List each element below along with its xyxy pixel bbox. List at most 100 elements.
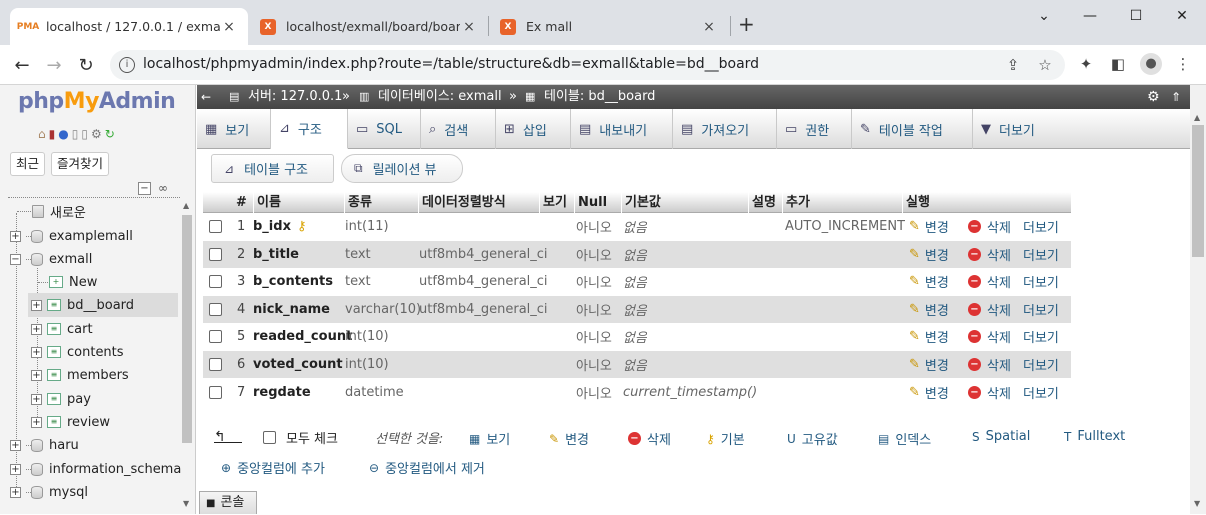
reload-nav-icon[interactable]: ↻ — [105, 127, 115, 141]
tree-item-mysql[interactable]: + mysql — [10, 482, 88, 502]
expand-icon[interactable]: + — [31, 299, 42, 311]
tab-export[interactable]: ▤ 내보내기 — [571, 109, 673, 149]
bulk-fulltext-button[interactable]: T Fulltext — [1064, 429, 1125, 444]
tab-search[interactable]: ⌕ 검색 — [421, 109, 496, 149]
drop-column-button[interactable]: − 삭제 — [968, 379, 1011, 406]
tree-item-review[interactable]: + ≡ review — [31, 412, 110, 432]
back-icon[interactable]: ← — [10, 53, 34, 77]
change-column-button[interactable]: ✎ 변경 — [909, 351, 949, 378]
drop-column-button[interactable]: − 삭제 — [968, 241, 1011, 268]
link-with-main-icon[interactable]: ∞ — [158, 181, 168, 195]
extensions-icon[interactable]: ✦ — [1076, 55, 1096, 73]
expand-icon[interactable]: + — [31, 416, 42, 428]
bulk-drop-button[interactable]: − 삭제 — [628, 429, 671, 448]
tab-more[interactable]: ▼ 더보기 — [973, 109, 1061, 149]
tree-item-bd-board[interactable]: + ≡ bd__board — [31, 295, 134, 315]
maximize-button[interactable]: ☐ — [1114, 4, 1158, 28]
remove-from-central-columns-button[interactable]: ⊖ 중앙컬럼에서 제거 — [369, 458, 485, 478]
bulk-change-button[interactable]: ✎ 변경 — [549, 429, 589, 449]
tab-sql[interactable]: ▭ SQL — [348, 109, 421, 149]
change-column-button[interactable]: ✎ 변경 — [909, 323, 949, 350]
expand-icon[interactable]: + — [10, 463, 21, 475]
tab-insert[interactable]: ⊞ 삽입 — [496, 109, 571, 149]
more-actions-button[interactable]: 더보기 — [1023, 351, 1059, 378]
expand-icon[interactable]: + — [31, 393, 42, 405]
row-checkbox[interactable] — [209, 302, 222, 316]
breadcrumb-server[interactable]: 서버: 127.0.0.1 — [248, 85, 342, 109]
phpmyadmin-logo[interactable]: phpMyAdmin — [18, 89, 176, 114]
subtab-table-structure[interactable]: ⊿ 테이블 구조 — [211, 154, 334, 183]
drop-column-button[interactable]: − 삭제 — [968, 351, 1011, 378]
drop-column-button[interactable]: − 삭제 — [968, 323, 1011, 350]
tree-item-information-schema[interactable]: + information_schema — [10, 459, 181, 479]
expand-icon[interactable]: + — [10, 230, 21, 242]
settings-gear-icon[interactable]: ⚙ — [91, 127, 102, 141]
row-checkbox[interactable] — [209, 385, 222, 399]
change-column-button[interactable]: ✎ 변경 — [909, 296, 949, 323]
close-window-button[interactable]: ✕ — [1160, 4, 1204, 28]
side-panel-icon[interactable]: ◧ — [1108, 55, 1128, 73]
browser-tab-phpmyadmin[interactable]: PMA localhost / 127.0.0.1 / exmall / × — [10, 8, 248, 45]
row-checkbox[interactable] — [209, 358, 222, 371]
collapse-icon[interactable]: − — [10, 253, 21, 265]
drop-column-button[interactable]: − 삭제 — [968, 296, 1011, 323]
bulk-unique-button[interactable]: U 고유값 — [787, 429, 838, 449]
change-column-button[interactable]: ✎ 변경 — [909, 213, 949, 240]
bulk-index-button[interactable]: ▤ 인덱스 — [878, 429, 931, 449]
drop-column-button[interactable]: − 삭제 — [968, 213, 1011, 240]
menu-kebab-icon[interactable]: ⋮ — [1173, 55, 1193, 73]
change-column-button[interactable]: ✎ 변경 — [909, 268, 949, 295]
tab-browse[interactable]: ▦ 보기 — [197, 109, 271, 149]
breadcrumb-table[interactable]: 테이블: bd__board — [544, 85, 655, 109]
row-checkbox[interactable] — [209, 275, 222, 289]
console-toggle[interactable]: ■ 콘솔 — [199, 491, 257, 514]
row-checkbox[interactable] — [209, 220, 222, 233]
more-actions-button[interactable]: 더보기 — [1023, 268, 1059, 295]
browser-tab-board[interactable]: X localhost/exmall/board/board_l × — [250, 8, 488, 45]
more-actions-button[interactable]: 더보기 — [1023, 213, 1059, 240]
docs-icon[interactable]: ▯ — [72, 127, 79, 141]
add-to-central-columns-button[interactable]: ⊕ 중앙컬럼에 추가 — [221, 458, 325, 478]
change-column-button[interactable]: ✎ 변경 — [909, 379, 949, 406]
forward-icon[interactable]: → — [42, 53, 66, 77]
home-icon[interactable]: ⌂ — [38, 127, 46, 141]
settings-gear-icon[interactable]: ⚙ — [1147, 85, 1160, 109]
tab-structure[interactable]: ⊿ 구조 — [271, 109, 348, 149]
help-icon[interactable]: ● — [58, 127, 68, 141]
browser-tab-exmall[interactable]: X Ex mall × — [490, 8, 728, 45]
new-tab-button[interactable]: + — [738, 12, 755, 36]
recent-tables-button[interactable]: 최근 — [10, 152, 46, 176]
main-scrollbar[interactable]: ▲ ▼ — [1190, 85, 1206, 514]
row-checkbox[interactable] — [209, 330, 222, 344]
more-actions-button[interactable]: 더보기 — [1023, 379, 1059, 406]
breadcrumb-database[interactable]: 데이터베이스: exmall — [378, 85, 502, 109]
expand-icon[interactable]: + — [31, 346, 42, 358]
url-text[interactable]: localhost/phpmyadmin/index.php?route=/ta… — [143, 56, 759, 72]
exit-icon[interactable]: ▮ — [49, 127, 56, 141]
expand-icon[interactable]: + — [31, 323, 42, 335]
sidebar-scrollbar[interactable]: ▲ ▼ — [181, 201, 193, 514]
favorite-tables-button[interactable]: 즐겨찾기 — [51, 152, 110, 176]
tree-item-pay[interactable]: + ≡ pay — [31, 389, 91, 409]
address-bar[interactable]: i localhost/phpmyadmin/index.php?route=/… — [110, 50, 1065, 80]
tree-item-cart[interactable]: + ≡ cart — [31, 319, 93, 339]
tree-item-contents[interactable]: + ≡ contents — [31, 342, 124, 362]
collapse-all-icon[interactable]: − — [138, 182, 151, 195]
sql-docs-icon[interactable]: ▯ — [81, 127, 88, 141]
subtab-relation-view[interactable]: ⧉ 릴레이션 뷰 — [341, 154, 463, 183]
bulk-spatial-button[interactable]: S Spatial — [972, 429, 1030, 444]
tab-search-icon[interactable]: ⌄ — [1022, 4, 1066, 28]
drop-column-button[interactable]: − 삭제 — [968, 268, 1011, 295]
close-tab-icon[interactable]: × — [700, 19, 718, 35]
check-all-checkbox[interactable]: 모두 체크 — [263, 428, 338, 447]
tree-item-new-table[interactable]: + New — [38, 272, 97, 292]
more-actions-button[interactable]: 더보기 — [1023, 296, 1059, 323]
close-tab-icon[interactable]: × — [220, 19, 238, 35]
tree-item-members[interactable]: + ≡ members — [31, 365, 129, 385]
bulk-primary-button[interactable]: ⚷ 기본 — [706, 429, 745, 449]
collapse-top-icon[interactable]: ⇑ — [1171, 85, 1181, 109]
expand-icon[interactable]: + — [31, 369, 42, 381]
site-info-icon[interactable]: i — [119, 57, 135, 73]
tree-item-new-db[interactable]: 새로운 — [17, 201, 86, 221]
collapse-nav-icon[interactable]: ← — [201, 85, 211, 109]
